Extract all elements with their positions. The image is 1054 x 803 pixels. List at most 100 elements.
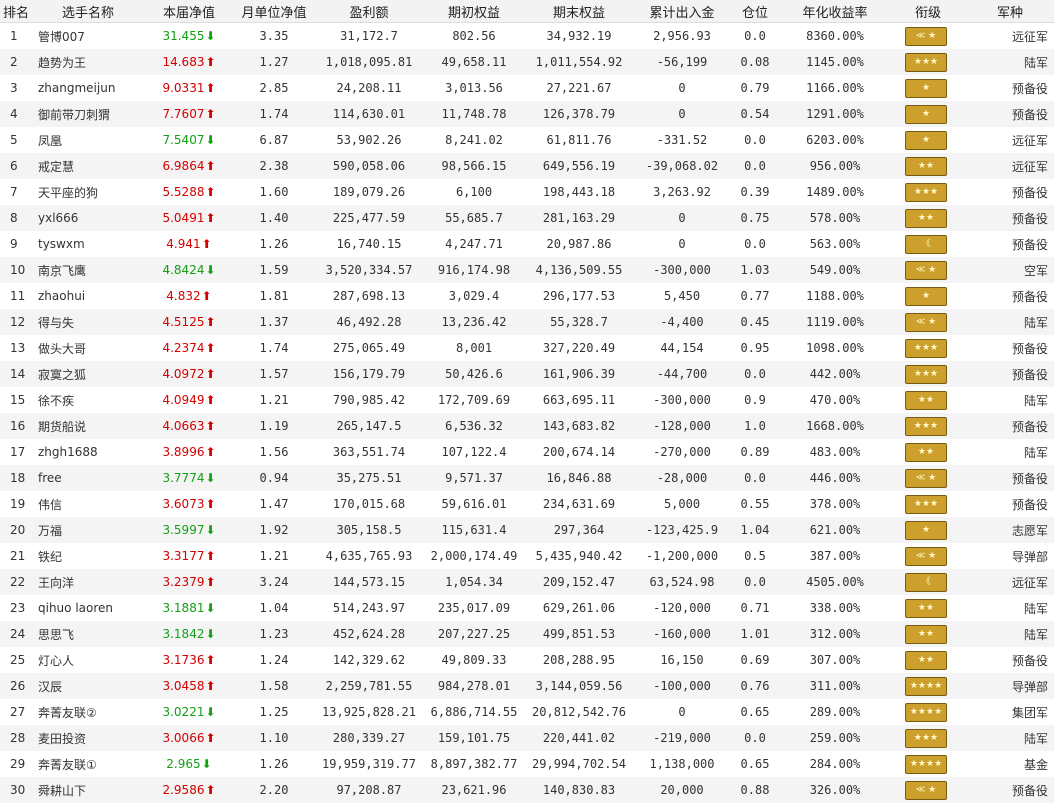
profit-cell: 363,551.74 <box>314 439 424 465</box>
rank-insignia-cell: ≪ ★ <box>890 23 966 50</box>
rank-cell: 6 <box>0 153 32 179</box>
header-rank-insignia[interactable]: 衔级 <box>890 0 966 23</box>
branch-cell: 预备役 <box>966 413 1054 439</box>
profit-cell: 114,630.01 <box>314 101 424 127</box>
table-row: 30舜耕山下2.9586⬆2.2097,208.8723,621.96140,8… <box>0 777 1054 803</box>
header-unit-nav[interactable]: 月单位净值 <box>234 0 314 23</box>
player-name-link[interactable]: 思思飞 <box>32 621 144 647</box>
player-name-link[interactable]: 做头大哥 <box>32 335 144 361</box>
header-nav[interactable]: 本届净值 <box>144 0 234 23</box>
position-cell: 0.55 <box>730 491 780 517</box>
annual-return-cell: 307.00% <box>780 647 890 673</box>
rank-insignia-icon: ★ <box>905 287 947 306</box>
cash-flow-cell: 5,450 <box>634 283 730 309</box>
rank-insignia-icon: ★★ <box>905 651 947 670</box>
annual-return-cell: 1668.00% <box>780 413 890 439</box>
player-name-link[interactable]: 天平座的狗 <box>32 179 144 205</box>
profit-cell: 225,477.59 <box>314 205 424 231</box>
unit-nav-cell: 1.58 <box>234 673 314 699</box>
rank-insignia-icon: ≪ ★ <box>905 469 947 488</box>
arrow-up-icon: ⬆ <box>205 393 215 407</box>
player-name-link[interactable]: 汉辰 <box>32 673 144 699</box>
player-name-link[interactable]: 万福 <box>32 517 144 543</box>
nav-cell: 7.7607⬆ <box>144 101 234 127</box>
cash-flow-cell: 16,150 <box>634 647 730 673</box>
header-rank[interactable]: 排名 <box>0 0 32 23</box>
player-name-link[interactable]: tyswxm <box>32 231 144 257</box>
player-name-link[interactable]: 期货船说 <box>32 413 144 439</box>
player-name-link[interactable]: zhaohui <box>32 283 144 309</box>
table-row: 16期货船说4.0663⬆1.19265,147.56,536.32143,68… <box>0 413 1054 439</box>
player-name-link[interactable]: 灯心人 <box>32 647 144 673</box>
header-annual-return[interactable]: 年化收益率 <box>780 0 890 23</box>
player-name-link[interactable]: free <box>32 465 144 491</box>
header-end-equity[interactable]: 期末权益 <box>524 0 634 23</box>
branch-cell: 预备役 <box>966 283 1054 309</box>
rank-cell: 9 <box>0 231 32 257</box>
arrow-down-icon: ⬇ <box>205 263 215 277</box>
player-name-link[interactable]: 舜耕山下 <box>32 777 144 803</box>
arrow-up-icon: ⬆ <box>205 497 215 511</box>
nav-cell: 3.1881⬇ <box>144 595 234 621</box>
position-cell: 0.9 <box>730 387 780 413</box>
header-branch[interactable]: 军种 <box>966 0 1054 23</box>
arrow-up-icon: ⬆ <box>205 653 215 667</box>
player-name-link[interactable]: 南京飞鹰 <box>32 257 144 283</box>
player-name-link[interactable]: 趋势为王 <box>32 49 144 75</box>
nav-value: 31.455 <box>162 29 204 43</box>
profit-cell: 305,158.5 <box>314 517 424 543</box>
unit-nav-cell: 1.57 <box>234 361 314 387</box>
rank-insignia-icon: ★★★ <box>905 339 947 358</box>
player-name-link[interactable]: 奔菁友联② <box>32 699 144 725</box>
annual-return-cell: 446.00% <box>780 465 890 491</box>
player-name-link[interactable]: 伟信 <box>32 491 144 517</box>
player-name-link[interactable]: 御前带刀刺猬 <box>32 101 144 127</box>
end-equity-cell: 281,163.29 <box>524 205 634 231</box>
player-name-link[interactable]: 王向洋 <box>32 569 144 595</box>
player-name-link[interactable]: 麦田投资 <box>32 725 144 751</box>
cash-flow-cell: 0 <box>634 205 730 231</box>
ranking-table: 排名 选手名称 本届净值 月单位净值 盈利额 期初权益 期末权益 累计出入金 仓… <box>0 0 1054 803</box>
header-cash-flow[interactable]: 累计出入金 <box>634 0 730 23</box>
player-name-link[interactable]: 管博007 <box>32 23 144 50</box>
nav-value: 6.9864 <box>162 159 204 173</box>
table-row: 29奔菁友联①2.965⬇1.2619,959,319.778,897,382.… <box>0 751 1054 777</box>
rank-cell: 19 <box>0 491 32 517</box>
nav-value: 3.1736 <box>162 653 204 667</box>
nav-cell: 4.0663⬆ <box>144 413 234 439</box>
profit-cell: 53,902.26 <box>314 127 424 153</box>
player-name-link[interactable]: 徐不疾 <box>32 387 144 413</box>
rank-insignia-cell: ★★★ <box>890 725 966 751</box>
start-equity-cell: 2,000,174.49 <box>424 543 524 569</box>
player-name-link[interactable]: yxl666 <box>32 205 144 231</box>
rank-insignia-icon: ★★★ <box>905 53 947 72</box>
header-profit[interactable]: 盈利额 <box>314 0 424 23</box>
rank-insignia-cell: ★★★ <box>890 179 966 205</box>
header-name[interactable]: 选手名称 <box>32 0 144 23</box>
table-row: 17zhgh16883.8996⬆1.56363,551.74107,122.4… <box>0 439 1054 465</box>
position-cell: 0.0 <box>730 153 780 179</box>
table-body: 1管博00731.455⬇3.3531,172.7802.5634,932.19… <box>0 23 1054 803</box>
header-start-equity[interactable]: 期初权益 <box>424 0 524 23</box>
cash-flow-cell: -160,000 <box>634 621 730 647</box>
branch-cell: 远征军 <box>966 569 1054 595</box>
player-name-link[interactable]: 寂寞之狐 <box>32 361 144 387</box>
unit-nav-cell: 1.81 <box>234 283 314 309</box>
player-name-link[interactable]: 戒定慧 <box>32 153 144 179</box>
branch-cell: 预备役 <box>966 647 1054 673</box>
rank-insignia-cell: ★★★ <box>890 413 966 439</box>
player-name-link[interactable]: 凤凰 <box>32 127 144 153</box>
rank-insignia-icon: ★★★ <box>905 495 947 514</box>
profit-cell: 142,329.62 <box>314 647 424 673</box>
branch-cell: 预备役 <box>966 777 1054 803</box>
player-name-link[interactable]: zhgh1688 <box>32 439 144 465</box>
profit-cell: 189,079.26 <box>314 179 424 205</box>
player-name-link[interactable]: zhangmeijun <box>32 75 144 101</box>
table-row: 14寂寞之狐4.0972⬆1.57156,179.7950,426.6161,9… <box>0 361 1054 387</box>
player-name-link[interactable]: qihuo laoren <box>32 595 144 621</box>
header-position[interactable]: 仓位 <box>730 0 780 23</box>
player-name-link[interactable]: 得与失 <box>32 309 144 335</box>
player-name-link[interactable]: 铁纪 <box>32 543 144 569</box>
annual-return-cell: 378.00% <box>780 491 890 517</box>
player-name-link[interactable]: 奔菁友联① <box>32 751 144 777</box>
